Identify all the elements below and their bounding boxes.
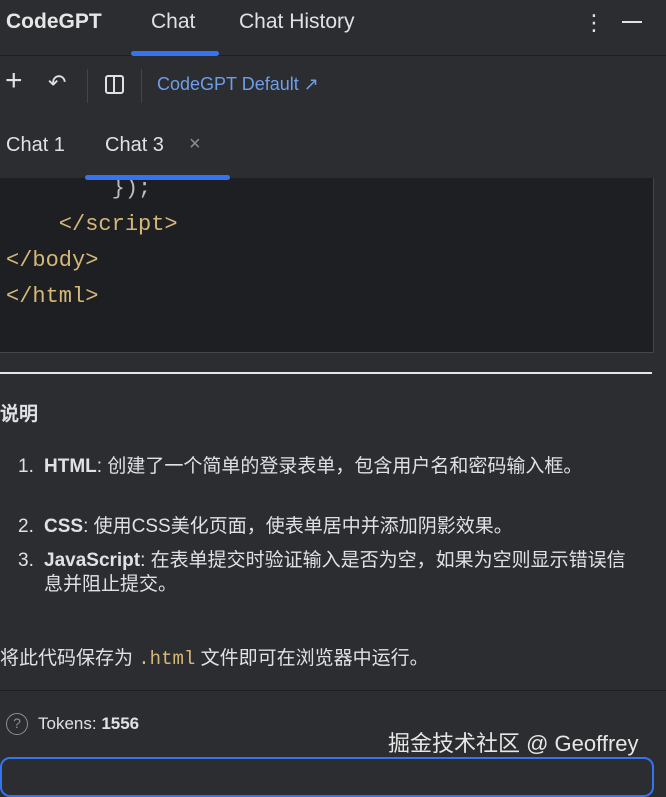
model-link[interactable]: CodeGPT Default ↗ (157, 74, 319, 95)
list-number: 3. (18, 550, 34, 571)
list-term: HTML (44, 456, 97, 477)
divider (87, 69, 88, 103)
list-text: : 使用CSS美化页面，使表单居中并添加阴影效果。 (83, 516, 513, 537)
chat-tab-1[interactable]: Chat 1 (6, 134, 65, 157)
tokens-label: Tokens: (38, 714, 102, 733)
note-post: 文件即可在浏览器中运行。 (195, 648, 429, 669)
active-chat-tab-indicator (85, 175, 230, 180)
list-term: JavaScript (44, 550, 141, 571)
list-number: 2. (18, 516, 34, 537)
section-heading: 说明 (0, 404, 39, 425)
chat-tab-3[interactable]: Chat 3 (105, 134, 164, 157)
tab-chat[interactable]: Chat (151, 10, 195, 34)
list-item: 3. JavaScript: 在表单提交时验证输入是否为空，如果为空则显示错误信息… (18, 549, 648, 597)
undo-icon[interactable]: ↶ (48, 70, 66, 96)
close-tab-icon[interactable]: × (189, 133, 201, 156)
code-line: </body> (6, 248, 99, 273)
help-icon[interactable]: ? (6, 713, 28, 735)
toolbar: + ↶ (0, 56, 666, 114)
watermark: 掘金技术社区 @ Geoffrey (388, 731, 639, 756)
token-count: Tokens: 1556 (38, 714, 139, 734)
list-text: : 创建了一个简单的登录表单，包含用户名和密码输入框。 (96, 456, 583, 477)
inline-code: .html (138, 648, 196, 670)
list-number: 1. (18, 456, 34, 477)
note-pre: 将此代码保存为 (0, 648, 139, 669)
list-item: 1. HTML: 创建了一个简单的登录表单，包含用户名和密码输入框。 (18, 455, 648, 479)
list-term: CSS (44, 516, 84, 537)
app-title: CodeGPT (6, 10, 102, 33)
split-view-icon[interactable] (105, 75, 124, 94)
note-text: 将此代码保存为 .html 文件即可在浏览器中运行。 (0, 643, 429, 670)
new-chat-icon[interactable]: + (5, 66, 23, 96)
minimize-icon[interactable] (622, 21, 642, 23)
chat-input[interactable] (0, 757, 654, 797)
list-item: 2. CSS: 使用CSS美化页面，使表单居中并添加阴影效果。 (18, 515, 648, 539)
divider (0, 690, 666, 691)
divider (0, 372, 652, 374)
divider (141, 69, 142, 103)
code-block: }); </script> </body> </html> (0, 176, 654, 353)
code-line: </script> (6, 212, 178, 237)
more-options-icon[interactable]: ⋮ (583, 10, 605, 36)
top-bar: CodeGPT Chat Chat History ⋮ (0, 0, 666, 56)
code-line: </html> (6, 284, 99, 309)
tokens-value: 1556 (101, 714, 140, 733)
tab-chat-history[interactable]: Chat History (239, 10, 355, 34)
